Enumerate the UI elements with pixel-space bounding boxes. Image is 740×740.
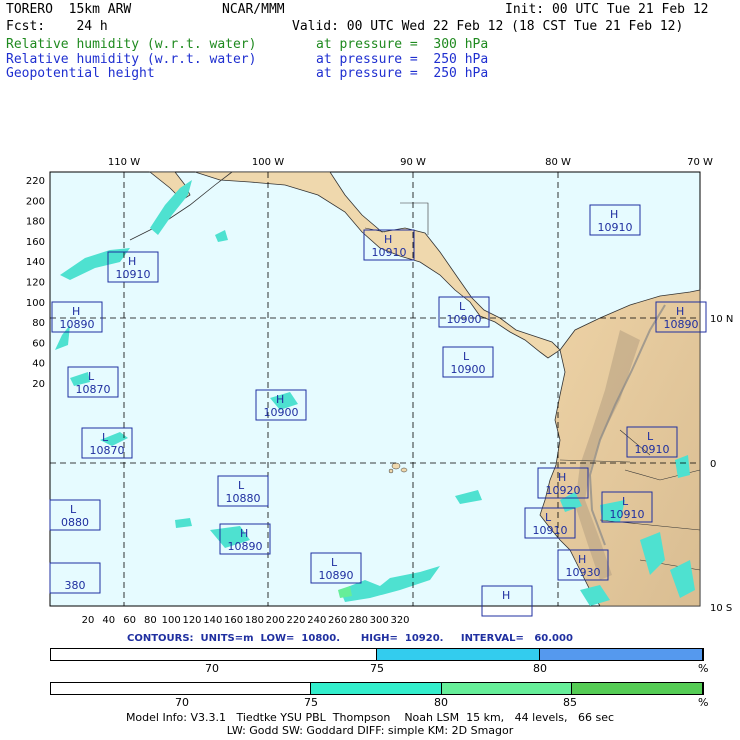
bottom-tick-label: 80: [144, 615, 157, 626]
bottom-tick-label: 120: [182, 615, 201, 626]
center-type: H: [128, 255, 136, 268]
left-tick-label: 180: [26, 217, 45, 228]
center-value: 10930: [566, 566, 601, 579]
center-type: H: [72, 305, 80, 318]
bottom-tick-label: 180: [245, 615, 264, 626]
center-type: L: [647, 430, 654, 443]
bottom-tick-label: 200: [266, 615, 285, 626]
colorbar-300hpa: [50, 682, 704, 695]
colorbar-250hpa: [50, 648, 704, 661]
model-info: Model Info: V3.3.1 Tiedtke YSU PBL Thomp…: [125, 711, 615, 724]
colorbar-1-unit: %: [698, 662, 709, 675]
left-tick-label: 200: [26, 196, 45, 207]
center-value: 380: [65, 579, 86, 592]
colorbar-segment: [572, 683, 703, 694]
center-value: 10910: [598, 221, 633, 234]
center-type: H: [384, 233, 392, 246]
center-value: 0880: [61, 516, 89, 529]
colorbar-1-tick-80: 80: [533, 662, 547, 675]
right-tick-label: 0: [710, 459, 716, 470]
center-value: 10870: [76, 383, 111, 396]
center-type: H: [578, 553, 586, 566]
bottom-tick-label: 140: [203, 615, 222, 626]
center-value: 10910: [533, 524, 568, 537]
center-value: 10910: [116, 268, 151, 281]
center-value: 10910: [372, 246, 407, 259]
bottom-tick-label: 160: [224, 615, 243, 626]
colorbar-segment: [376, 649, 540, 660]
left-tick-label: 220: [26, 176, 45, 187]
colorbar-2-tick-75: 75: [304, 696, 318, 709]
colorbar-2-unit: %: [698, 696, 709, 709]
bottom-tick-label: 100: [162, 615, 181, 626]
center-value: 10900: [451, 363, 486, 376]
left-tick-label: 160: [26, 237, 45, 248]
left-tick-label: 40: [32, 359, 45, 370]
left-tick-label: 80: [32, 318, 45, 329]
bottom-tick-label: 60: [123, 615, 136, 626]
center-type: L: [88, 370, 95, 383]
left-tick-label: 120: [26, 278, 45, 289]
physics-info: LW: Godd SW: Goddard DIFF: simple KM: 2D…: [226, 724, 514, 737]
center-type: L: [238, 479, 245, 492]
colorbar-2-tick-70: 70: [175, 696, 189, 709]
left-tick-label: 20: [32, 379, 45, 390]
bottom-tick-label: 300: [370, 615, 389, 626]
right-tick-label: 10 S: [710, 603, 732, 614]
top-tick-label: 90 W: [400, 157, 426, 168]
center-type: H: [276, 393, 284, 406]
center-type: H: [558, 471, 566, 484]
center-type: L: [102, 431, 109, 444]
center-type: L: [463, 350, 470, 363]
center-value: 10880: [226, 492, 261, 505]
center-value: 10910: [635, 443, 670, 456]
top-tick-label: 80 W: [545, 157, 571, 168]
colorbar-segment: [311, 683, 442, 694]
colorbar-segment: [51, 649, 377, 660]
bottom-tick-label: 40: [102, 615, 115, 626]
center-type: H: [502, 589, 510, 602]
center-value: 10910: [610, 508, 645, 521]
bottom-tick-label: 20: [82, 615, 95, 626]
colorbar-1-tick-70: 70: [205, 662, 219, 675]
center-type: H: [676, 305, 684, 318]
center-value: 10890: [319, 569, 354, 582]
top-tick-label: 110 W: [108, 157, 140, 168]
bottom-tick-label: 220: [286, 615, 305, 626]
top-tick-label: 70 W: [687, 157, 713, 168]
center-value: 10890: [60, 318, 95, 331]
colorbar-1-tick-75: 75: [370, 662, 384, 675]
contours-info: CONTOURS: UNITS=m LOW= 10800. HIGH= 1092…: [127, 633, 573, 644]
bottom-tick-label: 280: [349, 615, 368, 626]
bottom-tick-label: 260: [328, 615, 347, 626]
weather-map[interactable]: 110 W 100 W 90 W 80 W 70 W10 N010 S220200180…: [0, 0, 740, 630]
center-value: 10900: [447, 313, 482, 326]
colorbar-2-tick-80: 80: [434, 696, 448, 709]
center-value: 10920: [546, 484, 581, 497]
bottom-tick-label: 240: [307, 615, 326, 626]
center-type: H: [240, 527, 248, 540]
center-type: L: [331, 556, 338, 569]
center-type: L: [70, 503, 77, 516]
colorbar-segment: [51, 683, 312, 694]
right-tick-label: 10 N: [710, 314, 733, 325]
left-tick-label: 100: [26, 298, 45, 309]
center-type: L: [622, 495, 629, 508]
center-value: 10890: [664, 318, 699, 331]
center-type: L: [545, 511, 552, 524]
colorbar-2-tick-85: 85: [563, 696, 577, 709]
left-tick-label: 60: [32, 338, 45, 349]
center-type: H: [610, 208, 618, 221]
left-tick-label: 140: [26, 257, 45, 268]
bottom-tick-label: 320: [390, 615, 409, 626]
top-tick-label: 100 W: [252, 157, 284, 168]
colorbar-segment: [539, 649, 703, 660]
center-type: L: [459, 300, 466, 313]
center-value: 10890: [228, 540, 263, 553]
center-value: 10900: [264, 406, 299, 419]
center-value: 10870: [90, 444, 125, 457]
colorbar-segment: [441, 683, 573, 694]
